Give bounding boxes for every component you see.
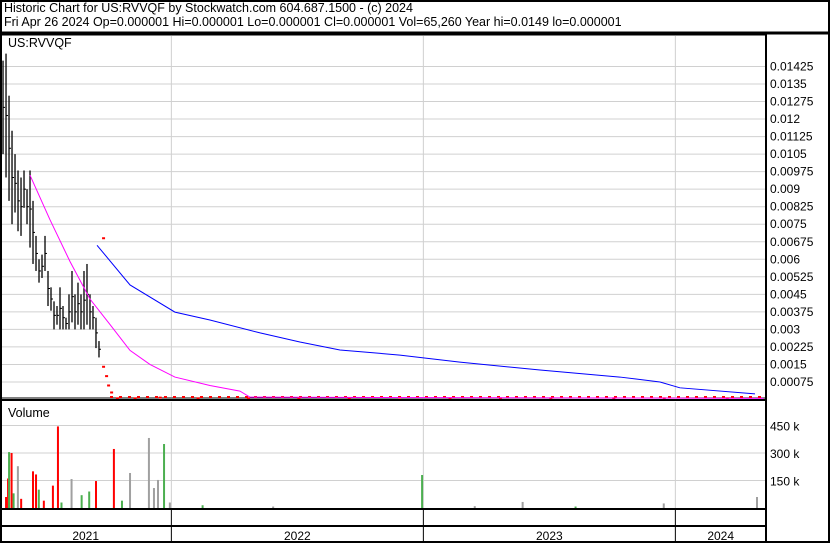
price-tick-label: 0.0045 — [770, 287, 807, 301]
price-tick-label: 0.012 — [770, 112, 800, 126]
volume-bar — [37, 489, 40, 508]
volume-bar — [756, 497, 758, 508]
price-tick-label: 0.0105 — [770, 147, 807, 161]
volume-bar — [10, 453, 13, 508]
price-dot — [713, 396, 716, 398]
volume-panel — [0, 399, 767, 510]
price-dot — [209, 396, 212, 398]
price-dot — [110, 396, 113, 398]
volume-bar — [95, 481, 98, 508]
price-tick-label: 0.0135 — [770, 77, 807, 91]
volume-bar — [60, 502, 63, 508]
outer-frame — [0, 0, 830, 543]
price-dot — [146, 396, 149, 398]
volume-bar — [35, 474, 38, 508]
volume-bar — [5, 497, 8, 508]
volume-bar — [156, 479, 159, 508]
volume-bar — [662, 503, 665, 508]
price-dot — [740, 396, 743, 398]
price-tick-label: 0.003 — [770, 322, 800, 336]
volume-bar — [152, 488, 155, 508]
volume-bar — [129, 472, 132, 508]
price-tick-label: 0.01275 — [770, 95, 814, 109]
price-dot — [236, 396, 239, 398]
volume-bar — [163, 444, 166, 508]
symbol-label: US:RVVQF — [8, 36, 72, 50]
price-dot — [102, 237, 106, 240]
volume-bar — [574, 506, 577, 508]
stock-chart: Historic Chart for US:RVVQF by Stockwatc… — [0, 0, 830, 543]
price-tick-label: 0.006 — [770, 252, 800, 266]
price-tick-label: 0.01125 — [770, 130, 813, 144]
price-dot — [749, 396, 752, 398]
volume-bar — [147, 437, 150, 508]
price-dot — [164, 396, 167, 398]
volume-bar — [16, 466, 19, 508]
volume-tick-label: 300 k — [770, 447, 800, 461]
volume-label: Volume — [8, 406, 50, 420]
price-dot — [731, 396, 734, 398]
volume-bar — [32, 471, 35, 508]
volume-bar — [20, 498, 23, 508]
price-dot — [102, 365, 106, 368]
price-tick-label: 0.00525 — [770, 270, 814, 284]
price-tick-label: 0.00375 — [770, 305, 814, 319]
price-dot — [155, 396, 158, 398]
price-dot — [227, 396, 230, 398]
volume-bar — [168, 502, 171, 508]
price-dot — [107, 384, 111, 387]
price-dot — [758, 396, 761, 398]
volume-bar — [521, 501, 524, 508]
price-tick-label: 0.00675 — [770, 235, 814, 249]
price-tick-label: 0.00225 — [770, 340, 814, 354]
volume-bar — [272, 506, 275, 508]
price-tick-label: 0.00975 — [770, 165, 814, 179]
ma-line-ma-long — [96, 244, 756, 395]
volume-bar — [88, 491, 91, 508]
price-tick-label: 0.01425 — [770, 59, 814, 73]
price-tick-label: 0.0075 — [770, 217, 807, 231]
year-label: 2022 — [284, 529, 311, 543]
volume-bar — [70, 479, 73, 508]
year-label: 2021 — [72, 529, 99, 543]
volume-bar — [473, 506, 476, 508]
price-dot — [245, 396, 248, 398]
price-dot — [119, 396, 122, 398]
volume-bar — [112, 448, 115, 508]
volume-bar — [120, 500, 123, 508]
price-dot — [137, 396, 140, 398]
price-dot — [722, 396, 725, 398]
price-tick-label: 0.00075 — [770, 375, 814, 389]
price-dot — [158, 396, 162, 399]
year-label: 2023 — [536, 529, 563, 543]
chart-canvas: 0.01425 0.0135 0.01275 0.012 0.01125 0.0105 0.… — [0, 0, 830, 543]
price-dot — [110, 391, 114, 394]
year-label: 2024 — [707, 529, 734, 543]
price-dot — [200, 396, 203, 398]
price-tick-label: 0.0015 — [770, 357, 807, 371]
price-dot — [128, 396, 131, 398]
volume-bar — [12, 493, 15, 508]
price-tick-label: 0.00825 — [770, 200, 814, 214]
volume-tick-label: 450 k — [770, 420, 800, 434]
price-panel — [0, 34, 767, 399]
volume-bar — [201, 505, 204, 508]
volume-bar — [421, 475, 424, 508]
volume-bar — [51, 485, 54, 508]
price-dot — [105, 375, 109, 378]
price-dot — [173, 396, 176, 398]
price-dot — [218, 396, 221, 398]
volume-tick-label: 150 k — [770, 475, 800, 489]
volume-bar — [56, 426, 59, 508]
price-dot — [182, 396, 185, 398]
volume-bar — [8, 452, 11, 508]
price-tick-label: 0.009 — [770, 182, 800, 196]
volume-bar — [80, 495, 83, 508]
volume-bar — [42, 500, 45, 508]
price-dot — [191, 396, 194, 398]
